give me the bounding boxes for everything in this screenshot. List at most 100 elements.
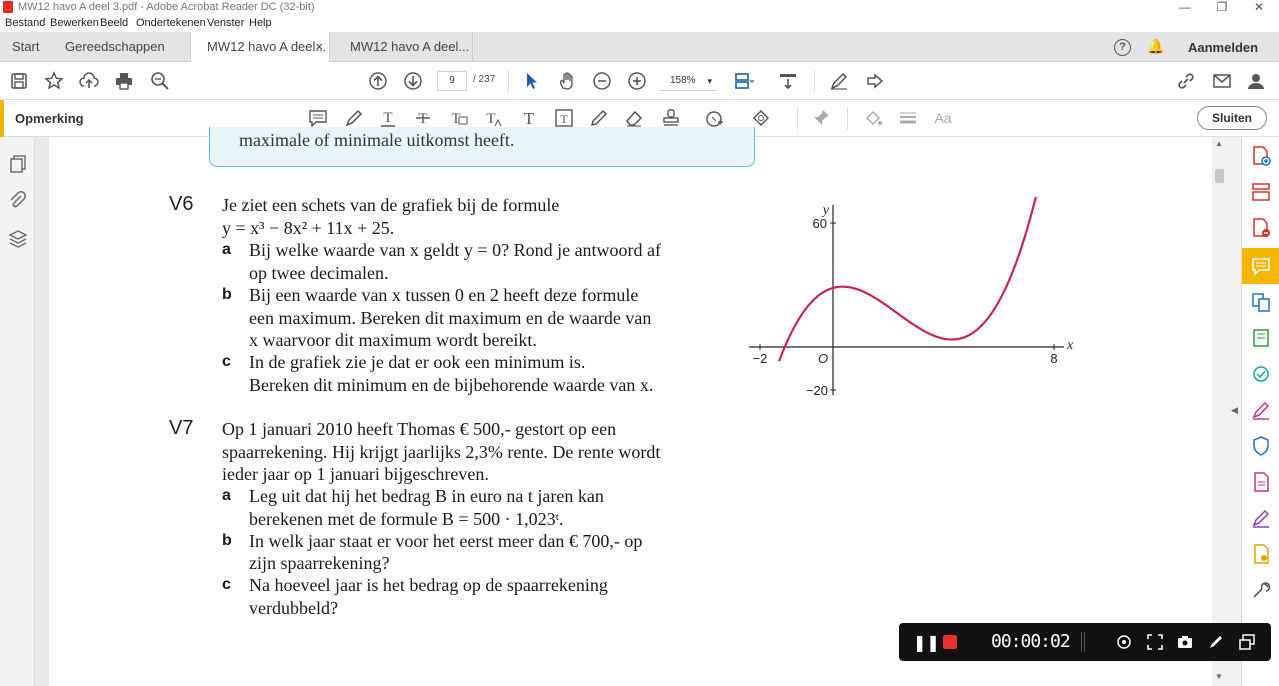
- v6-part-b-label: b: [222, 286, 232, 303]
- tab-document-active[interactable]: MW12 havo A deel... ×: [190, 32, 330, 63]
- replace-text-icon[interactable]: T: [448, 108, 468, 128]
- prepare-form-icon[interactable]: [1250, 471, 1272, 493]
- svg-text:T: T: [486, 111, 495, 127]
- comment-toolbar-divider: [797, 108, 798, 130]
- select-cursor-icon[interactable]: [522, 71, 542, 91]
- insert-text-icon[interactable]: T: [483, 108, 503, 128]
- tab-close-icon[interactable]: ×: [315, 32, 323, 62]
- next-page-icon[interactable]: [403, 71, 423, 91]
- tab-document-label: MW12 havo A deel...: [207, 39, 327, 54]
- vertical-scrollbar[interactable]: ▲ ▼: [1212, 137, 1228, 686]
- layers-icon[interactable]: [8, 229, 28, 249]
- save-icon[interactable]: [9, 71, 29, 91]
- shapes-icon[interactable]: [752, 108, 772, 128]
- upload-cloud-icon[interactable]: [79, 71, 99, 91]
- email-icon[interactable]: [1212, 71, 1232, 91]
- menu-beeld[interactable]: Beeld: [100, 17, 128, 29]
- help-icon[interactable]: ?: [1114, 39, 1131, 56]
- zoom-in-icon[interactable]: [627, 71, 647, 91]
- scrollbar-thumb[interactable]: [1215, 169, 1224, 183]
- stop-recording-button[interactable]: [943, 635, 957, 649]
- create-pdf-icon[interactable]: [1250, 145, 1272, 167]
- attachment-paperclip-icon[interactable]: [8, 191, 28, 211]
- line-weight-icon[interactable]: [898, 108, 918, 128]
- share-icon[interactable]: [865, 71, 885, 91]
- draw-pen-icon[interactable]: [1207, 633, 1225, 651]
- screenshot-target-icon[interactable]: [1115, 633, 1133, 651]
- sticky-note-icon[interactable]: [308, 108, 328, 128]
- bookmark-star-icon[interactable]: [44, 71, 64, 91]
- v6-part-c-label: c: [222, 353, 231, 370]
- pin-icon[interactable]: [811, 108, 831, 128]
- fill-sign-icon[interactable]: [1250, 399, 1272, 421]
- v6-a-line-2: op twee decimalen.: [249, 263, 389, 283]
- hand-tool-icon[interactable]: [557, 71, 577, 91]
- page-display-icon[interactable]: [734, 71, 754, 91]
- x-tick-label-8: 8: [1050, 351, 1057, 366]
- fill-color-icon[interactable]: [863, 108, 883, 128]
- menu-venster[interactable]: Venster: [207, 17, 244, 29]
- tab-tools[interactable]: Gereedschappen: [65, 32, 165, 62]
- highlight-pen-icon[interactable]: [343, 108, 363, 128]
- v7-part-b-label: b: [222, 532, 232, 549]
- menu-bar: Bestand Bewerken Beeld Ondertekenen Vens…: [0, 16, 1279, 32]
- minimize-recorder-icon[interactable]: [1238, 633, 1256, 651]
- send-for-review-icon[interactable]: [1250, 363, 1272, 385]
- underline-text-icon[interactable]: T: [378, 108, 398, 128]
- request-signature-icon[interactable]: [1250, 507, 1272, 529]
- v6-b-line-2: een maximum. Bereken dit maximum en de w…: [249, 308, 652, 328]
- export-pdf-icon[interactable]: [1250, 217, 1272, 239]
- minimize-button[interactable]: —: [1168, 0, 1202, 14]
- x-axis-label: x: [1066, 338, 1074, 353]
- bell-icon[interactable]: 🔔: [1147, 38, 1164, 55]
- link-icon[interactable]: [1176, 71, 1196, 91]
- close-comment-button[interactable]: Sluiten: [1197, 106, 1267, 130]
- collapse-right-panel-icon[interactable]: ◀: [1231, 405, 1238, 416]
- strikethrough-text-icon[interactable]: T: [413, 108, 433, 128]
- menu-bestand[interactable]: Bestand: [5, 17, 45, 29]
- pause-recording-button[interactable]: ❚❚: [913, 633, 940, 653]
- account-icon[interactable]: [1246, 71, 1266, 91]
- more-tools-icon[interactable]: [1250, 579, 1272, 601]
- v6-c-line-2: Bereken dit minimum en de bijbehorende w…: [249, 375, 654, 395]
- camera-icon[interactable]: [1176, 633, 1194, 651]
- page-thumbnails-icon[interactable]: [8, 154, 28, 174]
- v7-c-line-2: verdubbeld?: [249, 598, 338, 618]
- stamp-icon[interactable]: [661, 108, 681, 128]
- document-viewport[interactable]: maximale of minimale uitkomst heeft. V6 …: [35, 127, 1212, 686]
- add-text-icon[interactable]: T: [519, 108, 539, 128]
- menu-bewerken[interactable]: Bewerken: [50, 17, 99, 29]
- menu-ondertekenen[interactable]: Ondertekenen: [136, 17, 206, 29]
- edit-pdf-icon[interactable]: [1250, 327, 1272, 349]
- pencil-draw-icon[interactable]: [589, 108, 609, 128]
- close-window-button[interactable]: ✕: [1242, 0, 1276, 14]
- print-icon[interactable]: [114, 71, 134, 91]
- scroll-mode-icon[interactable]: [778, 71, 798, 91]
- eraser-icon[interactable]: [624, 108, 644, 128]
- maximize-button[interactable]: ❐: [1205, 0, 1239, 14]
- scroll-up-arrow-icon[interactable]: ▲: [1215, 139, 1223, 148]
- attach-file-icon[interactable]: [705, 108, 725, 128]
- combine-files-icon[interactable]: [1250, 291, 1272, 313]
- sign-pen-icon[interactable]: [829, 71, 849, 91]
- zoom-level-dropdown[interactable]: 158% ▾: [660, 71, 716, 91]
- organize-pages-icon[interactable]: [1250, 181, 1272, 203]
- font-size-icon[interactable]: Aa: [933, 108, 953, 128]
- previous-page-icon[interactable]: [368, 71, 388, 91]
- fullscreen-icon[interactable]: [1146, 633, 1164, 651]
- protect-shield-icon[interactable]: [1250, 435, 1272, 457]
- signin-button[interactable]: Aanmelden: [1188, 40, 1258, 55]
- zoom-out-icon[interactable]: [592, 71, 612, 91]
- tab-document-2[interactable]: MW12 havo A deel...: [350, 32, 469, 62]
- text-box-icon[interactable]: T: [554, 108, 574, 128]
- comment-tool-icon[interactable]: [1250, 255, 1272, 277]
- svg-text:T: T: [418, 111, 427, 127]
- menu-help[interactable]: Help: [249, 17, 272, 29]
- tab-start[interactable]: Start: [12, 32, 39, 62]
- page-number-input[interactable]: 9: [437, 71, 467, 91]
- scroll-down-arrow-icon[interactable]: ▼: [1215, 672, 1223, 681]
- screen-recorder-bar: ❚❚ 00:00:02: [899, 623, 1271, 661]
- window-title: MW12 havo A deel 3.pdf - Adobe Acrobat R…: [18, 1, 315, 13]
- certificates-icon[interactable]: [1250, 543, 1272, 565]
- zoom-search-icon[interactable]: [150, 71, 170, 91]
